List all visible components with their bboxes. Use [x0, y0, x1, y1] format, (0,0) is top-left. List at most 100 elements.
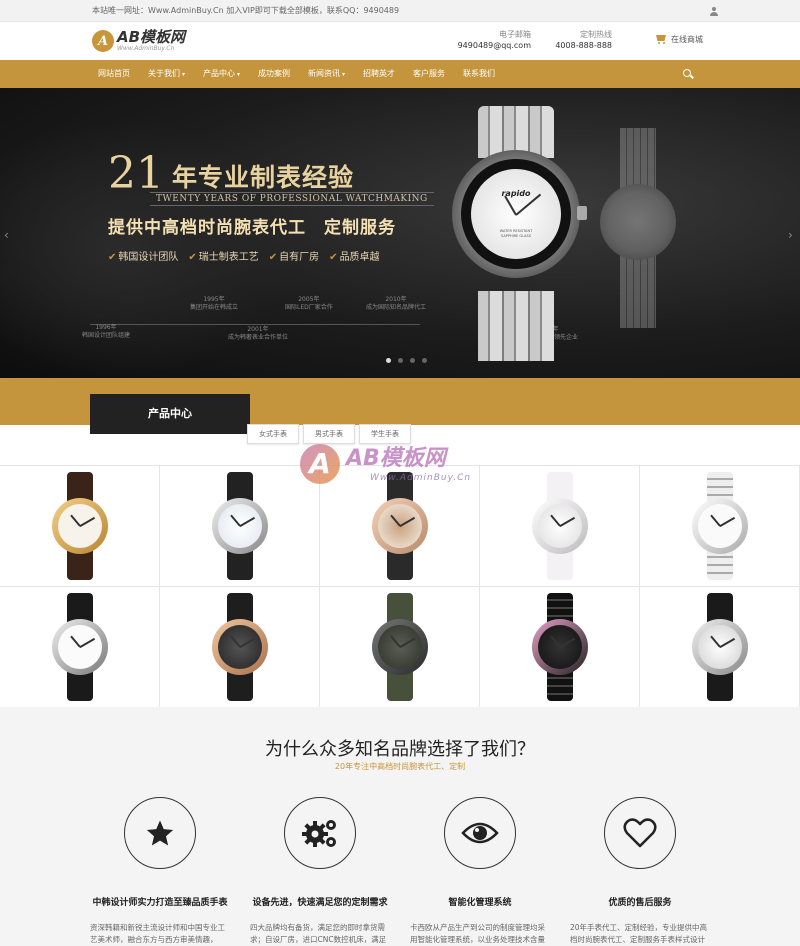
- top-bar: 本站唯一网址：Www.AdminBuy.Cn 加入VIP即可下载全部模板，联系Q…: [0, 0, 800, 22]
- product-watch-image: [685, 472, 755, 580]
- timeline-item: 1996年 韩国设计团队组建: [82, 324, 131, 339]
- timeline-line: [90, 324, 420, 325]
- feature-item[interactable]: 中韩设计师实力打造至臻品质手表 资深韩籍和新锐主流设计师和中国专业工艺美术师，融…: [85, 797, 235, 946]
- slider-dot[interactable]: [422, 358, 427, 363]
- slider-prev-arrow[interactable]: ‹: [4, 228, 9, 242]
- nav-item-label: 新闻资讯: [308, 69, 341, 78]
- feature-title: 智能化管理系统: [448, 898, 512, 908]
- feature-desc: 20年手表代工、定制经验，专业提供中高档时尚腕表代工、定制服务手表样式设计: [570, 923, 708, 944]
- nav-item[interactable]: 客户服务: [407, 60, 451, 88]
- chevron-down-icon: ▾: [237, 71, 241, 78]
- feature-title: 优质的售后服务: [608, 898, 672, 908]
- background-watch-image: [598, 128, 678, 328]
- banner-subtitle: 提供中高档时尚腕表代工 定制服务: [108, 218, 396, 238]
- slider-next-arrow[interactable]: ›: [788, 228, 793, 242]
- slider-dot[interactable]: [386, 358, 391, 363]
- chevron-down-icon: ▾: [182, 71, 186, 78]
- product-item[interactable]: [0, 587, 160, 708]
- timeline-item: 2001年 成为韩奢表业合作单位: [228, 326, 289, 341]
- main-nav: 网站首页 关于我们 ▾ 产品中心 ▾ 成功案例 新闻资讯 ▾ 招聘英才 客户服务 联系我们: [0, 60, 800, 88]
- tab-women-watches[interactable]: 女式手表: [247, 424, 299, 444]
- nav-item[interactable]: 新闻资讯 ▾: [302, 60, 351, 88]
- feature-desc: 资深韩籍和新锐主流设计师和中国专业工艺美术师，融合东方与西方审美情趣，: [90, 923, 225, 944]
- header: A AB模板网 Www.AdminBuy.Cn 电子邮箱 9490489@qq.…: [0, 22, 800, 60]
- product-item[interactable]: [160, 587, 320, 708]
- nav-item[interactable]: 产品中心 ▾: [197, 60, 246, 88]
- product-item[interactable]: [640, 466, 800, 587]
- timeline-item: 1995年 集团开始在韩成立: [190, 296, 239, 311]
- product-grid: [0, 465, 800, 708]
- product-item[interactable]: [640, 587, 800, 708]
- feature-icon-circle: [284, 797, 356, 869]
- slider-dots: [386, 358, 434, 363]
- product-item[interactable]: [0, 466, 160, 587]
- banner-features: 韩国设计团队 瑞士制表工艺 自有厂房 品质卓越: [108, 248, 390, 263]
- product-watch-image: [525, 593, 595, 701]
- feature-item[interactable]: 优质的售后服务 20年手表代工、定制经验，专业提供中高档时尚腕表代工、定制服务手…: [565, 797, 715, 946]
- eye-icon: [461, 822, 499, 844]
- banner-feature: 品质卓越: [329, 248, 380, 263]
- banner-title: 年专业制表经验: [172, 163, 355, 192]
- feature-icon-circle: [124, 797, 196, 869]
- feature-item[interactable]: 设备先进，快速满足您的定制需求 四大品牌均有备货，满足您的即时拿货需求；自设厂房…: [245, 797, 395, 946]
- product-watch-image: [205, 593, 275, 701]
- site-notice: 本站唯一网址：Www.AdminBuy.Cn 加入VIP即可下载全部模板，联系Q…: [92, 6, 400, 15]
- cart-icon: [655, 35, 666, 44]
- product-watch-image: [205, 472, 275, 580]
- banner-english: TWENTY YEARS OF PROFESSIONAL WATCHMAKING: [150, 192, 434, 206]
- product-item[interactable]: [480, 587, 640, 708]
- hero-watch-image: rapido WATER RESISTANT SAPPHIRE GLASS: [440, 106, 590, 361]
- why-choose-us-section: 为什么众多知名品牌选择了我们？ 20年专注中高档时尚腕表代工、定制 中韩设计师实…: [0, 707, 800, 946]
- heart-icon: [623, 818, 657, 848]
- nav-item[interactable]: 网站首页: [92, 60, 136, 88]
- star-icon: [146, 820, 174, 846]
- feature-icon-circle: [444, 797, 516, 869]
- user-icon[interactable]: [710, 6, 718, 16]
- slider-dot[interactable]: [398, 358, 403, 363]
- phone-label: 定制热线: [580, 30, 612, 39]
- product-item[interactable]: [160, 466, 320, 587]
- phone-value: 4008-888-888: [555, 41, 612, 50]
- why-title: 为什么众多知名品牌选择了我们？: [265, 739, 535, 760]
- nav-item-label: 成功案例: [258, 69, 291, 78]
- online-store-link[interactable]: 在线商城: [655, 34, 703, 45]
- product-watch-image: [685, 593, 755, 701]
- nav-item[interactable]: 成功案例: [252, 60, 296, 88]
- banner-feature: 瑞士制表工艺: [188, 248, 259, 263]
- email-value: 9490489@qq.com: [457, 41, 531, 50]
- watch-dial-text: WATER RESISTANT SAPPHIRE GLASS: [499, 229, 533, 238]
- nav-item-label: 关于我们: [148, 69, 180, 78]
- chevron-down-icon: ▾: [342, 71, 346, 78]
- nav-item[interactable]: 招聘英才: [357, 60, 401, 88]
- product-watch-image: [525, 472, 595, 580]
- feature-title: 中韩设计师实力打造至臻品质手表: [92, 898, 228, 908]
- feature-item[interactable]: 智能化管理系统 卡西欧从产品生产到公司的制度管理均采用智能化管理系统，以业务处理…: [405, 797, 555, 946]
- cart-label: 在线商城: [671, 35, 703, 44]
- product-watch-image: [365, 593, 435, 701]
- timeline-item: 2005年 国际LED厂家合作: [285, 296, 333, 311]
- product-watch-image: [45, 472, 115, 580]
- product-item[interactable]: [320, 587, 480, 708]
- watch-brand: rapido: [501, 189, 531, 198]
- product-watch-image: [45, 593, 115, 701]
- watermark-logo: A AB模板网 Www.AdminBuy.Cn: [300, 440, 520, 500]
- nav-item-label: 产品中心: [203, 69, 236, 78]
- hero-banner: 21 年专业制表经验 TWENTY YEARS OF PROFESSIONAL …: [0, 88, 800, 378]
- timeline-item: 2010年 成为国际知名品牌代工: [366, 296, 427, 311]
- feature-title: 设备先进，快速满足您的定制需求: [252, 898, 388, 908]
- nav-item[interactable]: 关于我们 ▾: [142, 60, 191, 88]
- contact-phone: 定制热线 4008-888-888: [548, 29, 612, 52]
- search-icon[interactable]: [683, 69, 691, 77]
- site-logo[interactable]: A AB模板网 Www.AdminBuy.Cn: [92, 30, 185, 52]
- contact-email: 电子邮箱 9490489@qq.com: [445, 29, 531, 52]
- logo-badge: A: [92, 30, 114, 52]
- nav-item-label: 招聘英才: [363, 69, 396, 78]
- nav-item-label: 联系我们: [463, 69, 496, 78]
- slider-dot[interactable]: [410, 358, 415, 363]
- banner-feature: 自有厂房: [269, 248, 319, 263]
- logo-title: AB模板网: [117, 28, 186, 46]
- nav-item-label: 客户服务: [413, 69, 446, 78]
- banner-feature: 韩国设计团队: [108, 248, 178, 263]
- feature-desc: 四大品牌均有备货，满足您的即时拿货需求；自设厂房，进口CNC数控机床，满足: [250, 923, 387, 944]
- nav-item[interactable]: 联系我们: [457, 60, 501, 88]
